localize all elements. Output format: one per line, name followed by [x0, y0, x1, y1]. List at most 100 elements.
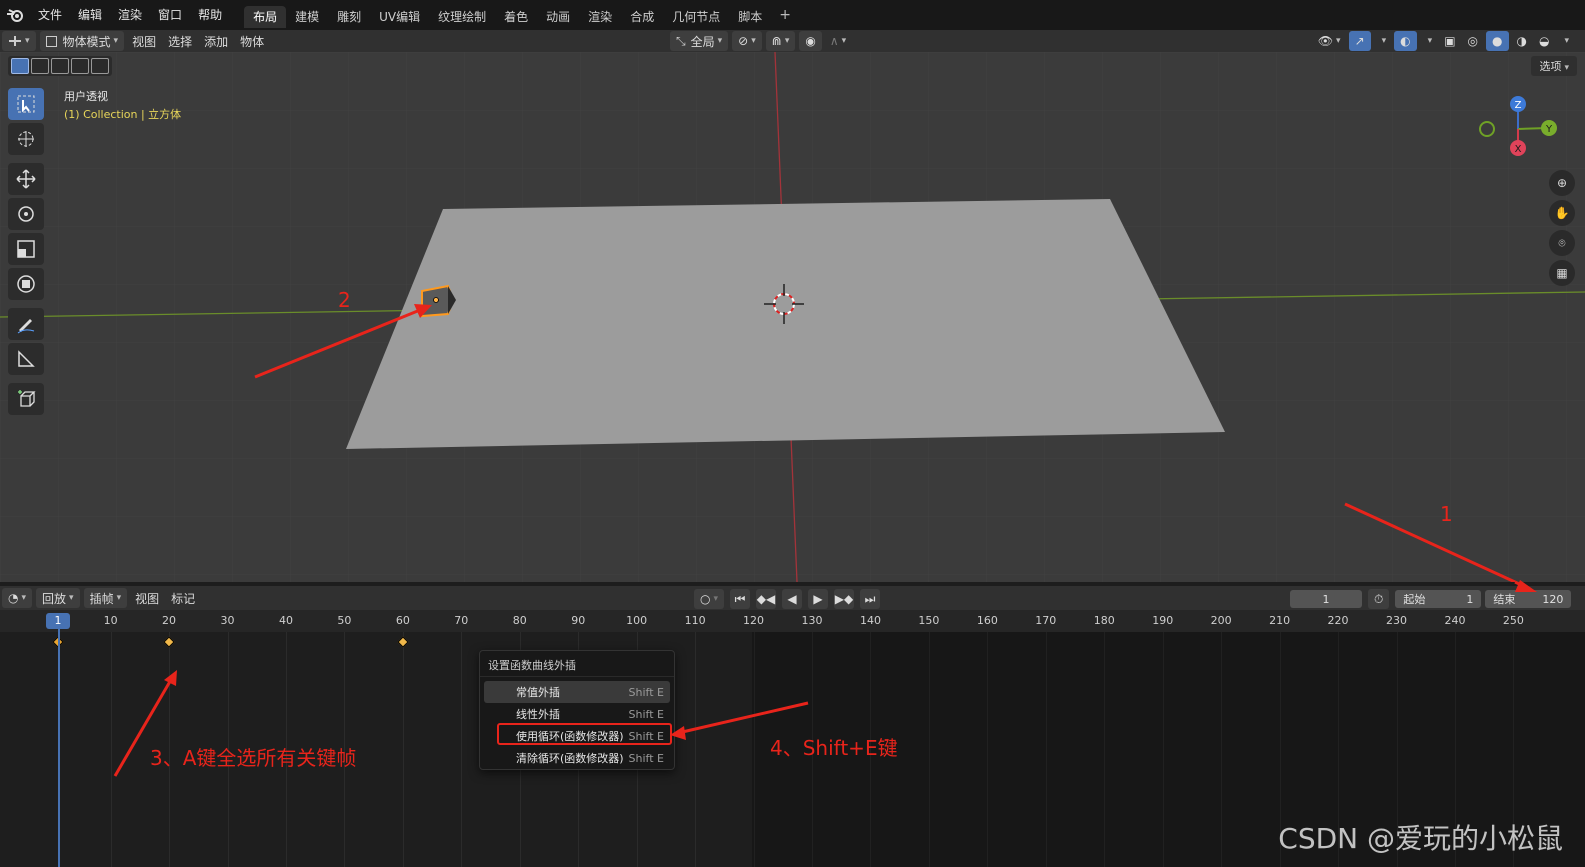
current-frame-field[interactable]: 1 — [1290, 590, 1362, 608]
select-mode-invert[interactable] — [71, 58, 89, 74]
proportional-edit-toggle[interactable]: ◉ — [799, 31, 822, 51]
snap-toggle[interactable]: ⋒ ▾ — [765, 31, 796, 51]
tool-move[interactable] — [8, 163, 44, 195]
tool-transform[interactable] — [8, 268, 44, 300]
ruler-tick-label: 170 — [1035, 614, 1057, 627]
tab-compositing[interactable]: 合成 — [621, 6, 663, 28]
timeline-marker-menu[interactable]: 标记 — [165, 588, 201, 608]
keyframe-diamond[interactable] — [397, 636, 409, 648]
keyframe-diamond[interactable] — [163, 636, 175, 648]
editor-type-button[interactable]: ▾ — [2, 31, 36, 51]
keying-menu[interactable]: 插帧 ▾ — [83, 588, 128, 608]
shading-menu[interactable]: ▾ — [1555, 31, 1575, 51]
timeline-editor-type[interactable]: ◔ ▾ — [2, 588, 33, 608]
top-menubar: 文件 编辑 渲染 窗口 帮助 布局 建模 雕刻 UV编辑 纹理绘制 着色 动画 … — [0, 0, 1585, 30]
menu-item-linear-extrapolation[interactable]: 线性外插 Shift E — [484, 703, 670, 725]
annotation-3: 3、A键全选所有关键帧 — [150, 746, 357, 770]
tool-cursor[interactable] — [8, 123, 44, 155]
play-button[interactable]: ▶ — [808, 589, 829, 609]
menu-window[interactable]: 窗口 — [150, 0, 190, 30]
tab-scripting[interactable]: 脚本 — [729, 6, 771, 28]
frame-gridline — [110, 632, 112, 867]
auto-key-toggle[interactable]: ○ ▾ — [694, 589, 725, 609]
zoom-button[interactable]: ⊕ — [1549, 170, 1575, 196]
next-keyframe-icon: ▶◆ — [834, 592, 854, 606]
pivot-select[interactable]: ⊘ ▾ — [732, 31, 762, 51]
svg-text:Y: Y — [1545, 124, 1553, 135]
timeline-header: ◔ ▾ 回放 ▾ 插帧 ▾ 视图 标记 ○ ▾ ⏮ ◆◀ ◀ ▶ ▶◆ ⏭ 1 ⏱ 起始… — [0, 586, 1585, 610]
shading-rendered[interactable]: ◒ — [1533, 31, 1555, 51]
tab-geometry-nodes[interactable]: 几何节点 — [663, 6, 729, 28]
add-workspace-button[interactable]: + — [771, 0, 799, 30]
watermark: CSDN @爱玩的小松鼠 — [1278, 822, 1563, 855]
gizmo-toggle[interactable]: ↗ — [1348, 31, 1371, 51]
menu-help[interactable]: 帮助 — [190, 0, 230, 30]
wireframe-icon: ◎ — [1467, 34, 1479, 48]
shading-solid[interactable]: ● — [1486, 31, 1509, 51]
prev-keyframe-button[interactable]: ◆◀ — [756, 589, 777, 609]
menu-item-clear-cyclic[interactable]: 清除循环(函数修改器) Shift E — [484, 747, 670, 769]
visibility-select[interactable]: 👁 ▾ — [1312, 31, 1347, 51]
tab-modeling[interactable]: 建模 — [286, 6, 328, 28]
menu-select[interactable]: 选择 — [162, 31, 198, 51]
select-mode-subtract[interactable] — [51, 58, 69, 74]
shading-wireframe[interactable]: ◎ — [1462, 31, 1484, 51]
play-reverse-button[interactable]: ◀ — [782, 589, 803, 609]
menu-edit[interactable]: 编辑 — [70, 0, 110, 30]
ruler-tick-label: 80 — [512, 614, 527, 627]
menu-render[interactable]: 渲染 — [110, 0, 150, 30]
select-mode-extend[interactable] — [31, 58, 49, 74]
jump-end-button[interactable]: ⏭ — [860, 589, 881, 609]
tool-annotate[interactable] — [8, 308, 44, 340]
menu-item-constant-extrapolation[interactable]: 常值外插 Shift E — [484, 681, 670, 703]
tab-animation[interactable]: 动画 — [537, 6, 579, 28]
overlay-menu[interactable]: ▾ — [1419, 31, 1439, 51]
ortho-toggle-button[interactable]: ▦ — [1549, 260, 1575, 286]
timeline-ruler[interactable]: 10 20 30 40 50 60 70 80 90 100 110 120 130 140 150 160 1… — [0, 610, 1585, 632]
menu-item-shortcut: Shift E — [628, 707, 664, 721]
end-frame-field[interactable]: 结束 120 — [1485, 590, 1572, 608]
gizmo-menu[interactable]: ▾ — [1373, 31, 1393, 51]
camera-view-button[interactable]: ⌾ — [1549, 230, 1575, 256]
tab-shading[interactable]: 着色 — [495, 6, 537, 28]
frame-range-controls: 1 ⏱ 起始 1 结束 120 — [1290, 589, 1572, 609]
pan-button[interactable]: ✋ — [1549, 200, 1575, 226]
pivot-icon: ⊘ — [738, 34, 749, 48]
tab-rendering[interactable]: 渲染 — [579, 6, 621, 28]
tool-measure[interactable] — [8, 343, 44, 375]
proportional-icon: ◉ — [805, 34, 816, 48]
menu-view[interactable]: 视图 — [126, 31, 162, 51]
menu-item-shortcut: Shift E — [628, 751, 664, 765]
transform-orientation-select[interactable]: ⤡ 全局 ▾ — [670, 31, 729, 51]
3d-viewport[interactable]: Z Y X 用户透视 (1) Collection | 立方体 选项 ▾ ⊕ ✋… — [0, 52, 1585, 582]
falloff-select[interactable]: ∧ ▾ — [824, 31, 852, 51]
timeline-view-menu[interactable]: 视图 — [129, 588, 165, 608]
ruler-tick-label: 230 — [1386, 614, 1407, 627]
tool-add-cube[interactable] — [8, 383, 44, 415]
tool-rotate[interactable] — [8, 198, 44, 230]
playhead-frame-indicator[interactable]: 1 — [46, 613, 70, 629]
shading-material[interactable]: ◑ — [1511, 31, 1533, 51]
next-keyframe-button[interactable]: ▶◆ — [834, 589, 855, 609]
tab-sculpting[interactable]: 雕刻 — [328, 6, 370, 28]
menu-object[interactable]: 物体 — [234, 31, 270, 51]
mode-select[interactable]: 物体模式 ▾ — [39, 31, 125, 51]
tool-scale[interactable] — [8, 233, 44, 265]
tab-uv-editing[interactable]: UV编辑 — [370, 6, 429, 28]
select-mode-intersect[interactable] — [91, 58, 109, 74]
menu-file[interactable]: 文件 — [30, 0, 70, 30]
tool-select-box[interactable] — [8, 88, 44, 120]
tab-layout[interactable]: 布局 — [244, 6, 287, 28]
xray-toggle[interactable]: ▣ — [1438, 31, 1461, 51]
blender-logo-icon[interactable] — [0, 0, 30, 30]
start-frame-field[interactable]: 起始 1 — [1395, 590, 1482, 608]
ruler-tick-label: 200 — [1210, 614, 1232, 627]
options-dropdown[interactable]: 选项 ▾ — [1531, 56, 1577, 76]
overlay-toggle[interactable]: ◐ — [1394, 31, 1417, 51]
menu-add[interactable]: 添加 — [198, 31, 234, 51]
jump-start-button[interactable]: ⏮ — [730, 589, 751, 609]
preview-range-toggle[interactable]: ⏱ — [1368, 589, 1390, 609]
playback-menu[interactable]: 回放 ▾ — [36, 588, 80, 608]
select-mode-new[interactable] — [11, 58, 29, 74]
tab-texture-paint[interactable]: 纹理绘制 — [429, 6, 495, 28]
